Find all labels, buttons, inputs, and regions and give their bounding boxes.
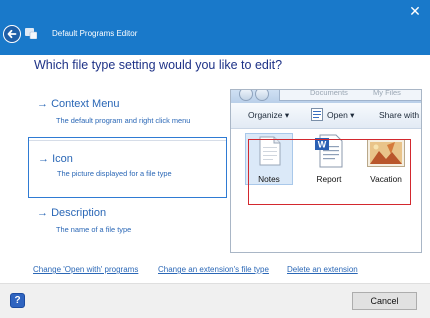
arrow-right-icon: → xyxy=(38,153,49,165)
option-description: The picture displayed for a file type xyxy=(57,169,172,178)
back-arrow-icon xyxy=(4,26,20,42)
delete-extension-link[interactable]: Delete an extension xyxy=(287,265,358,275)
page-heading: Which file type setting would you like t… xyxy=(34,58,283,72)
explorer-address-bar: Documents My Files xyxy=(231,89,421,103)
arrow-right-icon: → xyxy=(37,207,48,219)
nav-forward-icon xyxy=(255,90,269,101)
explorer-toolbar: Organize ▾ Open ▾ Share with xyxy=(231,103,421,129)
option-title: Icon xyxy=(52,153,73,165)
cancel-button[interactable]: Cancel xyxy=(352,292,417,310)
option-description: The default program and right click menu xyxy=(56,116,191,125)
title-bar: ✕ Default Programs Editor xyxy=(0,0,430,55)
share-with-menu: Share with xyxy=(379,110,420,120)
app-icon xyxy=(25,28,37,39)
option-context-menu[interactable]: → Context Menu The default program and r… xyxy=(28,90,227,141)
document-icon xyxy=(311,108,323,121)
address-field: Documents My Files xyxy=(279,89,421,101)
option-description-text: The name of a file type xyxy=(56,225,132,234)
preview-selection-outline xyxy=(248,139,411,205)
window-title: Default Programs Editor xyxy=(52,29,138,38)
open-menu: Open ▾ xyxy=(327,110,355,120)
change-open-with-link[interactable]: Change 'Open with' programs xyxy=(33,265,138,275)
option-icon[interactable]: → Icon The picture displayed for a file … xyxy=(28,137,227,198)
address-part: My Files xyxy=(373,89,401,97)
back-button[interactable] xyxy=(3,25,21,43)
option-title: Description xyxy=(51,207,107,219)
arrow-right-icon: → xyxy=(37,98,48,110)
option-title: Context Menu xyxy=(51,98,120,110)
change-extension-file-type-link[interactable]: Change an extension's file type xyxy=(158,265,269,275)
organize-menu: Organize ▾ xyxy=(248,110,290,120)
nav-back-icon xyxy=(239,90,253,101)
close-icon[interactable]: ✕ xyxy=(408,4,422,18)
help-icon[interactable]: ? xyxy=(10,293,25,308)
address-part: Documents xyxy=(310,89,348,97)
footer-bar: ? Cancel xyxy=(0,283,430,318)
option-description[interactable]: → Description The name of a file type xyxy=(28,199,227,250)
preview-image: Documents My Files Organize ▾ Open ▾ Sha… xyxy=(230,89,422,253)
